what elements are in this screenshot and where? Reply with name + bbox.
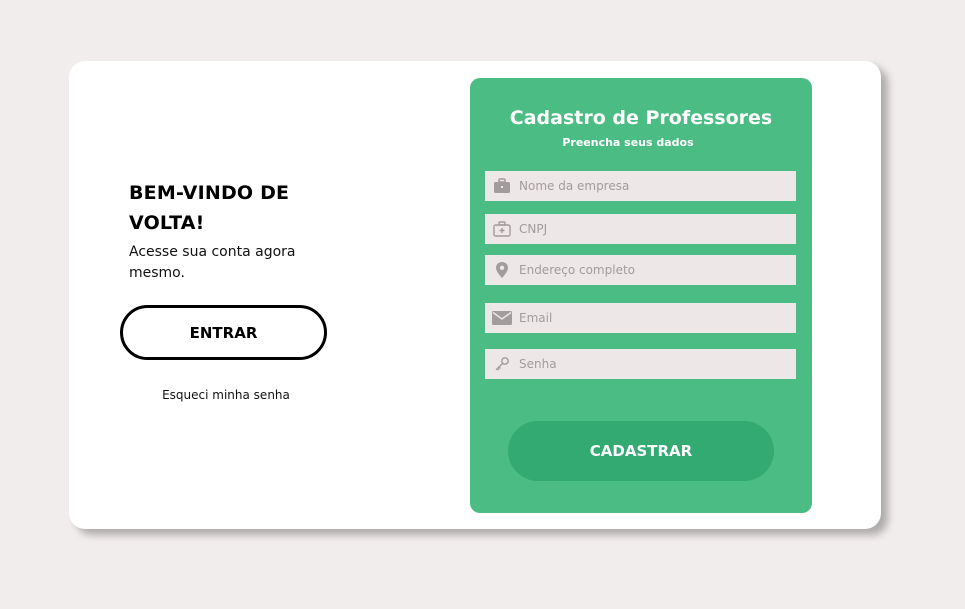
welcome-subtext: Acesse sua conta agora mesmo. [129,244,296,281]
password-input[interactable] [519,357,789,371]
briefcase-icon [485,171,519,201]
company-name-input[interactable] [519,179,789,193]
login-button[interactable]: ENTRAR [120,305,327,360]
form-subtitle: Preencha seus dados [562,136,694,149]
welcome-heading: BEM-VINDO DE VOLTA! [129,182,290,234]
form-title: Cadastro de Professores [509,107,773,129]
forgot-password-link[interactable]: Esqueci minha senha [120,388,332,402]
welcome-section: BEM-VINDO DE VOLTA! Acesse sua conta ago… [129,178,349,284]
password-field[interactable] [485,349,796,379]
address-input[interactable] [519,263,789,277]
address-field[interactable] [485,255,796,285]
main-card: BEM-VINDO DE VOLTA! Acesse sua conta ago… [69,61,881,529]
location-pin-icon [485,255,519,285]
cnpj-input[interactable] [519,222,789,236]
email-field[interactable] [485,303,796,333]
cnpj-field[interactable] [485,214,796,244]
register-button[interactable]: CADASTRAR [508,421,774,481]
medical-kit-icon [485,214,519,244]
registration-form-panel: Cadastro de Professores Preencha seus da… [470,78,812,513]
key-icon [485,349,519,379]
email-input[interactable] [519,311,789,325]
company-name-field[interactable] [485,171,796,201]
envelope-icon [485,303,519,333]
